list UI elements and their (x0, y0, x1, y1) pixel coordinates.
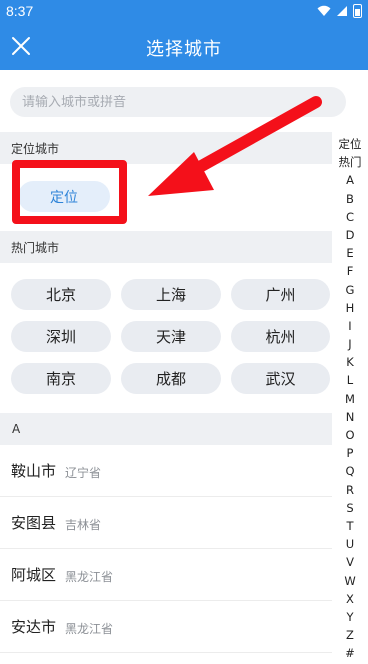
city-row-antu[interactable]: 安图县 吉林省 (0, 497, 332, 549)
hot-city-chengdu[interactable]: 成都 (121, 363, 221, 394)
city-name: 安达市 (11, 618, 57, 636)
index-item[interactable]: B (332, 190, 368, 208)
index-item[interactable]: J (332, 335, 368, 353)
search-input[interactable] (22, 94, 322, 110)
index-item[interactable]: Q (332, 462, 368, 480)
hot-city-hangzhou[interactable]: 杭州 (231, 321, 330, 352)
index-item[interactable]: V (332, 553, 368, 571)
search-box[interactable] (10, 87, 346, 117)
city-name: 鞍山市 (11, 462, 57, 480)
city-content: 定位城市 定位 热门城市 北京 上海 广州 深圳 天津 杭州 南京 成都 武汉 … (0, 132, 332, 653)
index-item[interactable]: N (332, 408, 368, 426)
index-item[interactable]: 热门 (332, 153, 368, 171)
index-item[interactable]: F (332, 262, 368, 280)
index-item[interactable]: M (332, 390, 368, 408)
signal-icon (337, 6, 347, 16)
city-province: 辽宁省 (65, 465, 102, 480)
index-item[interactable]: H (332, 299, 368, 317)
index-item[interactable]: L (332, 371, 368, 389)
status-time: 8:37 (6, 3, 34, 19)
battery-icon (353, 4, 362, 18)
page-title: 选择城市 (146, 39, 222, 60)
index-item[interactable]: I (332, 317, 368, 335)
hot-city-tianjin[interactable]: 天津 (121, 321, 221, 352)
hot-city-beijing[interactable]: 北京 (11, 279, 111, 310)
hot-city-shenzhen[interactable]: 深圳 (11, 321, 111, 352)
hot-city-wuhan[interactable]: 武汉 (231, 363, 330, 394)
location-section-header: 定位城市 (0, 132, 332, 164)
wifi-icon (317, 5, 331, 16)
index-item[interactable]: D (332, 226, 368, 244)
city-row-anshan[interactable]: 鞍山市 辽宁省 (0, 445, 332, 497)
index-item[interactable]: R (332, 481, 368, 499)
index-item[interactable]: O (332, 426, 368, 444)
index-item[interactable]: X (332, 590, 368, 608)
index-item[interactable]: U (332, 535, 368, 553)
status-bar: 8:37 (0, 0, 368, 24)
header-bar: 选择城市 (0, 24, 368, 70)
index-item[interactable]: E (332, 244, 368, 262)
city-row-anda[interactable]: 安达市 黑龙江省 (0, 601, 332, 653)
hot-city-shanghai[interactable]: 上海 (121, 279, 221, 310)
index-item[interactable]: W (332, 572, 368, 590)
index-item[interactable]: S (332, 499, 368, 517)
index-item[interactable]: K (332, 353, 368, 371)
index-item[interactable]: T (332, 517, 368, 535)
city-name: 阿城区 (11, 566, 57, 584)
location-area: 定位 (0, 164, 332, 231)
index-item[interactable]: C (332, 208, 368, 226)
hot-city-grid: 北京 上海 广州 深圳 天津 杭州 南京 成都 武汉 (0, 263, 332, 402)
city-province: 黑龙江省 (65, 621, 114, 636)
status-icons (317, 4, 362, 18)
index-item[interactable]: G (332, 281, 368, 299)
city-province: 吉林省 (65, 517, 102, 532)
city-row-acheng[interactable]: 阿城区 黑龙江省 (0, 549, 332, 601)
hot-city-nanjing[interactable]: 南京 (11, 363, 111, 394)
city-name: 安图县 (11, 514, 57, 532)
index-item[interactable]: 定位 (332, 135, 368, 153)
city-province: 黑龙江省 (65, 569, 114, 584)
locate-button[interactable]: 定位 (18, 181, 110, 212)
hot-section-header: 热门城市 (0, 231, 332, 263)
index-item[interactable]: # (332, 644, 368, 662)
letter-group-header: A (0, 413, 332, 445)
index-item[interactable]: Y (332, 608, 368, 626)
index-item[interactable]: A (332, 171, 368, 189)
index-item[interactable]: P (332, 444, 368, 462)
search-area (0, 70, 368, 132)
hot-city-guangzhou[interactable]: 广州 (231, 279, 330, 310)
index-item[interactable]: Z (332, 626, 368, 644)
alphabet-index-bar[interactable]: 定位 热门 A B C D E F G H I J K L M N O P Q R S T U V W X Y Z # (332, 132, 368, 664)
